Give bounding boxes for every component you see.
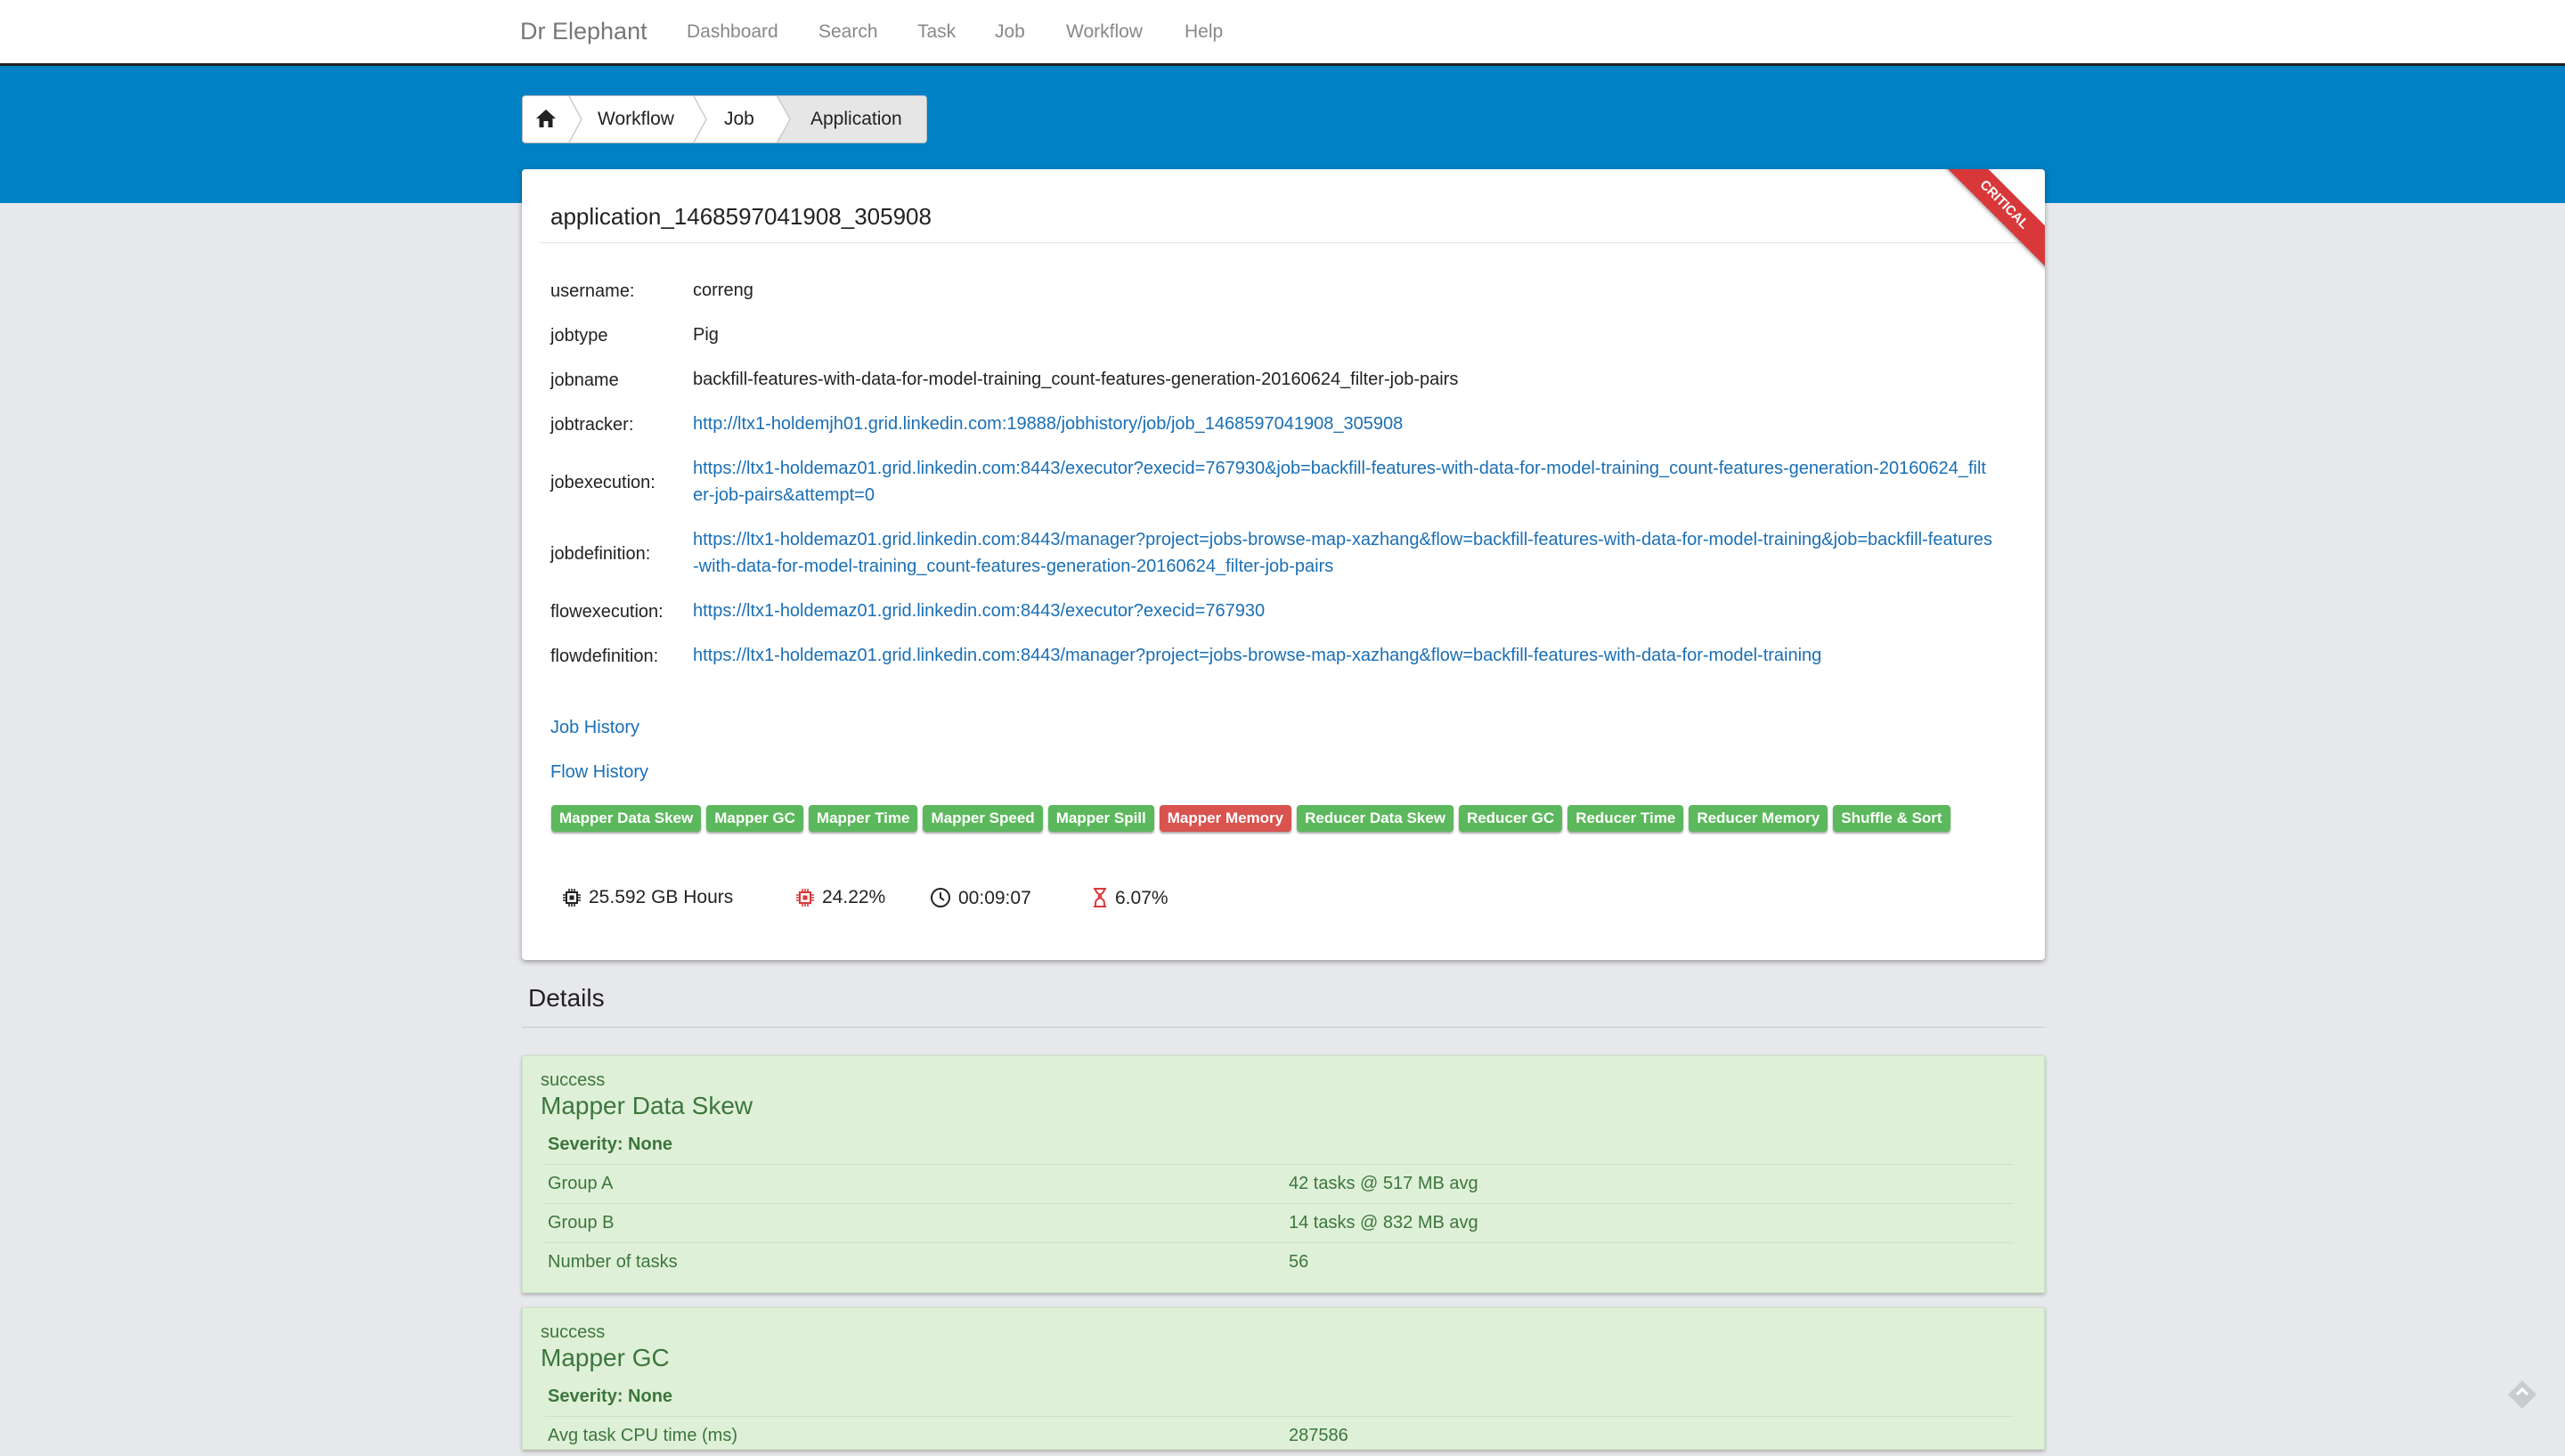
panel-severity: Severity: None	[548, 1135, 673, 1154]
row-key: Group B	[548, 1213, 615, 1232]
nav-search[interactable]: Search	[818, 21, 878, 43]
field-value-username: correng	[693, 281, 753, 300]
panel-title: Mapper GC	[541, 1344, 670, 1371]
jobdefinition-link[interactable]: https://ltx1-holdemaz01.grid.linkedin.co…	[693, 526, 1993, 580]
field-label-username: username:	[550, 281, 635, 301]
field-label-flowdefinition: flowdefinition:	[550, 647, 659, 666]
title-divider	[540, 242, 2027, 243]
row-value: 14 tasks @ 832 MB avg	[1289, 1213, 1478, 1232]
resource-wasted-value: 24.22%	[822, 887, 886, 907]
field-label-jobtype: jobtype	[550, 326, 608, 346]
field-value-jobtype: Pig	[693, 325, 719, 345]
field-label-jobexecution: jobexecution:	[550, 473, 656, 492]
breadcrumb-home[interactable]	[523, 96, 569, 142]
breadcrumb-job[interactable]: Job	[724, 96, 754, 142]
cpu-red-icon	[796, 889, 814, 907]
breadcrumb-separator	[776, 96, 791, 142]
heuristic-tag-mapper-memory[interactable]: Mapper Memory	[1159, 805, 1292, 832]
home-icon	[536, 110, 556, 127]
application-card: application_1468597041908_305908 CRITICA…	[522, 169, 2045, 960]
field-label-jobdefinition: jobdefinition:	[550, 544, 651, 564]
nav-help[interactable]: Help	[1185, 21, 1223, 43]
panel-title: Mapper Data Skew	[541, 1092, 753, 1119]
field-label-flowexecution: flowexecution:	[550, 602, 664, 622]
heuristic-tag-mapper-data-skew[interactable]: Mapper Data Skew	[551, 805, 702, 832]
table-row: Avg task CPU time (ms) 287586	[544, 1416, 2014, 1456]
row-value: 56	[1289, 1252, 1309, 1272]
details-heading: Details	[528, 984, 605, 1012]
heuristic-tag-reducer-memory[interactable]: Reducer Memory	[1689, 805, 1828, 832]
nav-task[interactable]: Task	[917, 21, 956, 43]
jobtracker-link[interactable]: http://ltx1-holdemjh01.grid.linkedin.com…	[693, 411, 1993, 437]
jobexecution-link[interactable]: https://ltx1-holdemaz01.grid.linkedin.co…	[693, 455, 1993, 508]
flow-history-link[interactable]: Flow History	[550, 762, 648, 783]
field-label-jobname: jobname	[550, 370, 619, 390]
clock-icon	[931, 888, 950, 907]
severity-ribbon: CRITICAL	[1937, 169, 2045, 272]
heuristic-tag-reducer-gc[interactable]: Reducer GC	[1458, 805, 1563, 832]
breadcrumb-application[interactable]: Application	[776, 96, 926, 142]
breadcrumb-separator	[568, 96, 582, 142]
table-row: Group B 14 tasks @ 832 MB avg	[544, 1203, 2014, 1243]
table-row: Number of tasks 56	[544, 1242, 2014, 1282]
row-key: Group A	[548, 1174, 614, 1193]
heuristic-panel-mapper-data-skew: success Mapper Data Skew Severity: None …	[522, 1055, 2045, 1293]
breadcrumb-separator	[693, 96, 707, 142]
nav-workflow[interactable]: Workflow	[1066, 21, 1143, 43]
row-value: 42 tasks @ 517 MB avg	[1289, 1174, 1478, 1193]
heuristic-tag-reducer-time[interactable]: Reducer Time	[1568, 805, 1684, 832]
wait-time-value: 6.07%	[1115, 888, 1168, 908]
hourglass-icon	[1094, 888, 1106, 907]
panel-severity: Severity: None	[548, 1387, 673, 1406]
heuristic-panel-mapper-gc: success Mapper GC Severity: None Avg tas…	[522, 1307, 2045, 1450]
stat-resource-wasted: 24.22%	[795, 887, 885, 908]
table-row: Group A 42 tasks @ 517 MB avg	[544, 1164, 2014, 1204]
flowexecution-link[interactable]: https://ltx1-holdemaz01.grid.linkedin.co…	[693, 598, 1993, 624]
row-key: Avg task CPU time (ms)	[548, 1426, 737, 1445]
row-value: 287586	[1289, 1426, 1348, 1445]
runtime-value: 00:09:07	[958, 888, 1031, 908]
heuristic-tag-mapper-gc[interactable]: Mapper GC	[706, 805, 803, 832]
field-label-jobtracker: jobtracker:	[550, 415, 634, 435]
stat-runtime: 00:09:07	[930, 887, 1031, 909]
heuristic-tag-mapper-speed[interactable]: Mapper Speed	[923, 805, 1043, 832]
flowdefinition-link[interactable]: https://ltx1-holdemaz01.grid.linkedin.co…	[693, 642, 1993, 669]
top-navbar: Dr Elephant Dashboard Search Task Job Wo…	[0, 0, 2565, 66]
bookmark-icon[interactable]	[2504, 1377, 2540, 1412]
field-value-jobname: backfill-features-with-data-for-model-tr…	[693, 370, 1459, 389]
resource-used-value: 25.592 GB Hours	[589, 887, 734, 907]
details-divider	[522, 1027, 2045, 1028]
heuristic-tag-mapper-time[interactable]: Mapper Time	[808, 805, 918, 832]
heuristic-tag-shuffle-sort[interactable]: Shuffle & Sort	[1833, 805, 1950, 832]
application-title: application_1468597041908_305908	[550, 203, 932, 230]
nav-dashboard[interactable]: Dashboard	[687, 21, 778, 43]
heuristic-tag-reducer-data-skew[interactable]: Reducer Data Skew	[1297, 805, 1454, 832]
panel-status: success	[541, 1070, 606, 1090]
job-history-link[interactable]: Job History	[550, 718, 639, 738]
stat-wait-time: 6.07%	[1092, 887, 1168, 909]
nav-job[interactable]: Job	[995, 21, 1025, 43]
cpu-icon	[563, 889, 581, 907]
breadcrumb-workflow[interactable]: Workflow	[598, 96, 674, 142]
panel-status: success	[541, 1322, 606, 1342]
brand-logo[interactable]: Dr Elephant	[520, 18, 647, 45]
stat-resource-used: 25.592 GB Hours	[562, 887, 733, 908]
row-key: Number of tasks	[548, 1252, 678, 1272]
heuristic-tag-mapper-spill[interactable]: Mapper Spill	[1047, 805, 1154, 832]
breadcrumb: Workflow Job Application	[522, 95, 927, 143]
heuristic-tags: Mapper Data Skew Mapper GC Mapper Time Mapp…	[551, 805, 2012, 837]
